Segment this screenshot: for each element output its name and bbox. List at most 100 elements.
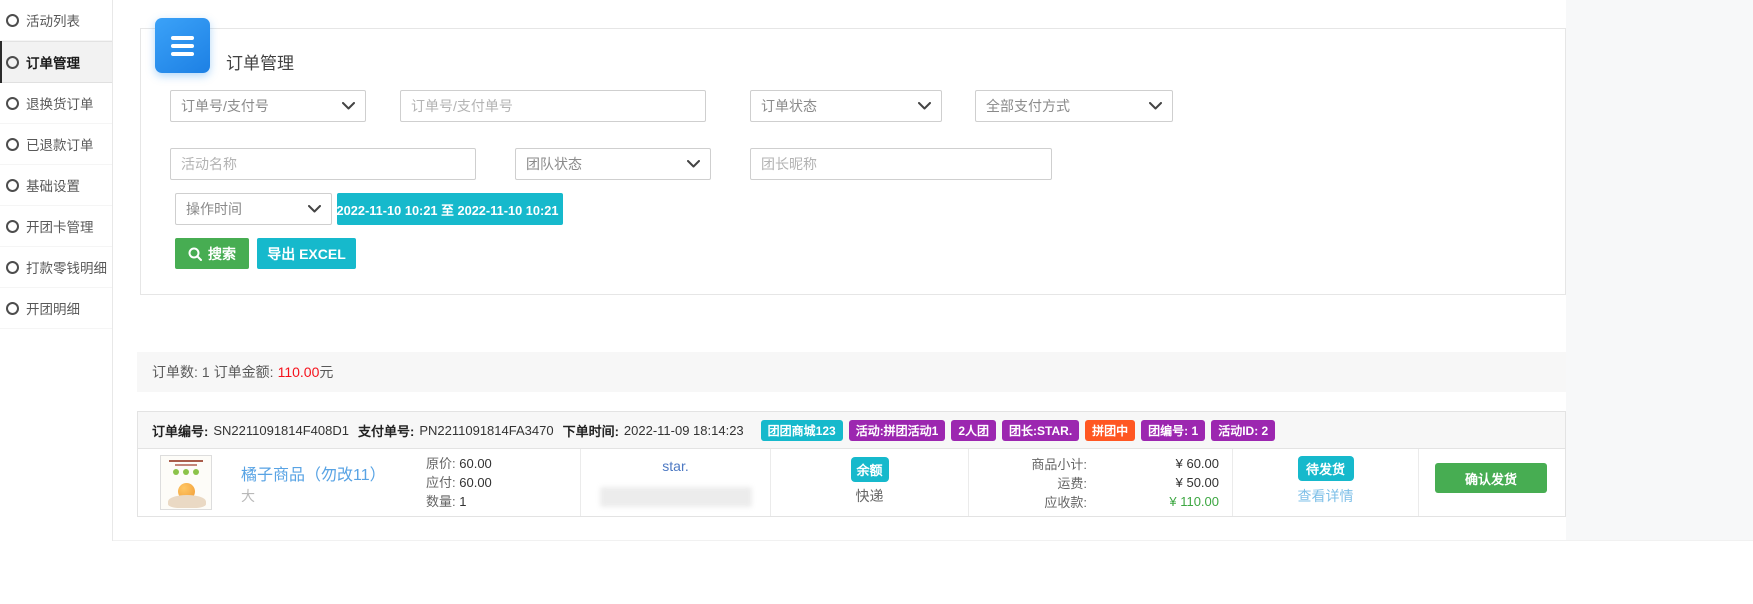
shipping-label: 运费:: [969, 473, 1087, 492]
order-no-label: 订单编号:: [152, 421, 208, 440]
buyer-cell: star.: [581, 449, 771, 516]
delivery-method: 快递: [771, 486, 968, 506]
chevron-down-icon: [687, 160, 700, 168]
order-amount-label: 订单金额:: [214, 362, 274, 382]
select-value: 订单号/支付号: [181, 96, 269, 116]
product-name-link[interactable]: 橘子商品（勿改11）: [241, 461, 386, 485]
original-price-label: 原价:: [426, 456, 456, 471]
activity-name-input[interactable]: [170, 148, 476, 180]
circle-icon: [6, 14, 19, 27]
amounts-cell: 商品小计: ¥ 60.00 运费: ¥ 50.00 应收款: ¥ 110.00: [969, 449, 1233, 516]
date-range-value: 2022-11-10 10:21 至 2022-11-10 10:21: [337, 200, 559, 219]
status-cell: 待发货 查看详情: [1233, 449, 1419, 516]
subtotal-value: ¥ 60.00: [1087, 456, 1232, 471]
shop-badge: 团团商城123: [761, 420, 843, 441]
product-image[interactable]: [160, 455, 212, 510]
pay-no-value: PN2211091814FA3470: [419, 423, 553, 438]
select-value: 团队状态: [526, 154, 582, 174]
page-bottom-divider: [0, 540, 1753, 541]
order-tags: 团团商城123 活动:拼团活动1 2人团 团长:STAR. 拼团中 团编号: 1…: [755, 420, 1276, 441]
sidebar: 活动列表 订单管理 退换货订单 已退款订单 基础设置 开团卡管理 打款零钱明细: [0, 0, 113, 541]
search-icon: [188, 247, 202, 261]
right-background: [1566, 0, 1753, 541]
confirm-ship-button[interactable]: 确认发货: [1435, 463, 1547, 493]
sidebar-item-label: 订单管理: [26, 52, 80, 72]
order-amount-value: 110.00: [278, 364, 320, 380]
chevron-down-icon: [918, 102, 931, 110]
search-field-select[interactable]: 订单号/支付号: [170, 90, 366, 122]
sidebar-item-label: 已退款订单: [26, 134, 94, 154]
chevron-down-icon: [308, 205, 321, 213]
subtotal-label: 商品小计:: [969, 454, 1087, 473]
buyer-nickname-link[interactable]: star.: [581, 449, 770, 474]
order-no-value: SN2211091814F408D1: [213, 423, 349, 438]
circle-icon: [6, 56, 19, 69]
sidebar-item-label: 活动列表: [26, 10, 80, 30]
select-value: 订单状态: [761, 96, 817, 116]
circle-icon: [6, 97, 19, 110]
payable-value: 60.00: [459, 475, 492, 490]
group-status-badge: 拼团中: [1085, 420, 1135, 441]
sidebar-item-basic-settings[interactable]: 基础设置: [0, 165, 112, 206]
sidebar-item-group-details[interactable]: 开团明细: [0, 288, 112, 329]
export-excel-button[interactable]: 导出 EXCEL: [257, 238, 356, 269]
pay-no-label: 支付单号:: [358, 421, 414, 440]
leader-badge: 团长:STAR.: [1002, 420, 1079, 441]
product-cell: 橘子商品（勿改11） 大 原价: 60.00 应付: 60.00 数量: 1: [138, 449, 581, 516]
hamburger-icon: [171, 36, 194, 40]
circle-icon: [6, 220, 19, 233]
order-status-badge: 待发货: [1298, 456, 1354, 481]
order-time-label: 下单时间:: [563, 421, 619, 440]
select-value: 全部支付方式: [986, 96, 1070, 116]
search-button-label: 搜索: [208, 244, 236, 264]
export-button-label: 导出 EXCEL: [267, 244, 346, 264]
payable-label: 应付:: [426, 475, 456, 490]
sidebar-item-group-card[interactable]: 开团卡管理: [0, 206, 112, 247]
group-no-badge: 团编号: 1: [1141, 420, 1205, 441]
order-time-value: 2022-11-09 18:14:23: [624, 423, 744, 438]
sidebar-item-refunded-orders[interactable]: 已退款订单: [0, 124, 112, 165]
chevron-down-icon: [342, 102, 355, 110]
product-spec: 大: [241, 486, 255, 506]
circle-icon: [6, 261, 19, 274]
sidebar-item-payment-details[interactable]: 打款零钱明细: [0, 247, 112, 288]
sidebar-item-return-orders[interactable]: 退换货订单: [0, 83, 112, 124]
product-price-info: 原价: 60.00 应付: 60.00 数量: 1: [426, 454, 492, 511]
receivable-value: ¥ 110.00: [1087, 494, 1232, 509]
time-field-select[interactable]: 操作时间: [175, 193, 332, 225]
order-summary-bar: 订单数: 1 订单金额: 110.00 元: [137, 352, 1566, 392]
pay-method-badge: 余额: [851, 457, 889, 482]
quantity-value: 1: [459, 494, 466, 509]
order-management-screen: 活动列表 订单管理 退换货订单 已退款订单 基础设置 开团卡管理 打款零钱明细: [0, 0, 1753, 604]
order-card-header: 订单编号: SN2211091814F408D1 支付单号: PN2211091…: [137, 411, 1566, 449]
sidebar-item-label: 开团明细: [26, 298, 80, 318]
select-value: 操作时间: [186, 199, 242, 219]
team-status-select[interactable]: 团队状态: [515, 148, 711, 180]
orders-count-value: 1: [202, 364, 210, 380]
action-cell: 确认发货: [1419, 449, 1565, 516]
search-button[interactable]: 搜索: [175, 238, 249, 269]
chevron-down-icon: [1149, 102, 1162, 110]
menu-toggle-button[interactable]: [155, 18, 210, 73]
sidebar-item-activity-list[interactable]: 活动列表: [0, 0, 112, 41]
shipping-value: ¥ 50.00: [1087, 475, 1232, 490]
sidebar-item-label: 退换货订单: [26, 93, 94, 113]
keyword-input[interactable]: [400, 90, 706, 122]
payment-cell: 余额 快递: [771, 449, 969, 516]
pay-method-select[interactable]: 全部支付方式: [975, 90, 1173, 122]
order-status-select[interactable]: 订单状态: [750, 90, 942, 122]
original-price-value: 60.00: [459, 456, 492, 471]
sidebar-item-order-management[interactable]: 订单管理: [0, 41, 112, 83]
circle-icon: [6, 179, 19, 192]
order-amount-unit: 元: [319, 362, 333, 382]
date-range-button[interactable]: 2022-11-10 10:21 至 2022-11-10 10:21: [337, 193, 563, 225]
activity-badge: 活动:拼团活动1: [849, 420, 946, 441]
sidebar-item-label: 打款零钱明细: [26, 257, 107, 277]
orders-count-label: 订单数:: [152, 362, 198, 382]
view-detail-link[interactable]: 查看详情: [1233, 486, 1418, 506]
circle-icon: [6, 302, 19, 315]
buyer-contact-redacted: [600, 487, 752, 507]
leader-nickname-input[interactable]: [750, 148, 1052, 180]
page-title: 订单管理: [226, 49, 294, 74]
group-size-badge: 2人团: [951, 420, 996, 441]
